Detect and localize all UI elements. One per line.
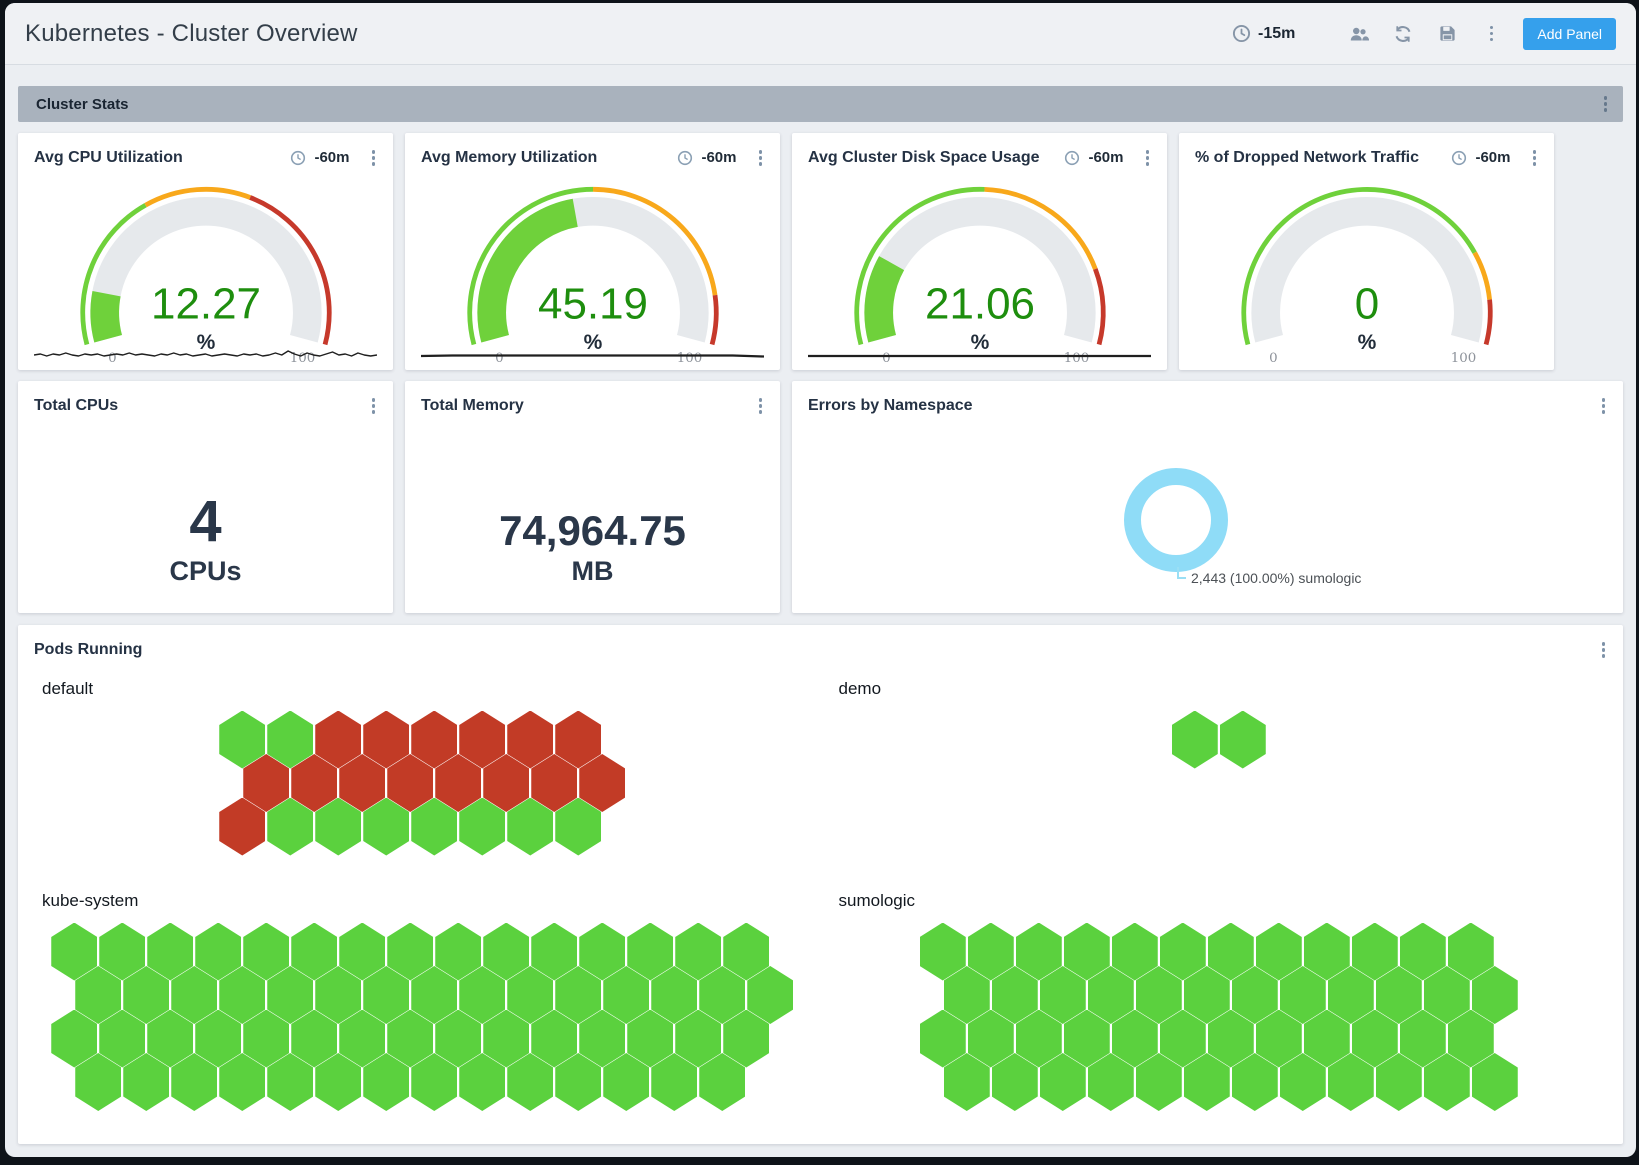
stats-row: Total CPUs 4 CPUs Total Memory 74,964.75…: [18, 381, 1623, 613]
dashboard-menu-kebab-icon[interactable]: [1481, 24, 1501, 44]
refresh-icon[interactable]: [1393, 24, 1413, 44]
errors-by-namespace-panel: Errors by Namespace 2,443 (100.00%) sumo…: [792, 381, 1623, 613]
time-range-label: -15m: [1258, 25, 1295, 43]
dashboard-time-range[interactable]: -15m: [1232, 24, 1295, 43]
pods-honeycomb: [219, 711, 625, 856]
pods-honeycomb: [1172, 711, 1266, 769]
panel-menu-kebab-icon[interactable]: [1527, 147, 1543, 169]
share-users-icon[interactable]: [1349, 24, 1369, 44]
pod-hex-running[interactable]: [1220, 711, 1266, 769]
svg-text:0: 0: [1269, 351, 1278, 366]
dashboard-app: Kubernetes - Cluster Overview -15m Add P…: [5, 3, 1636, 1157]
section-menu-kebab-icon[interactable]: [1598, 93, 1614, 115]
namespace-kube-system: kube-system: [24, 875, 821, 1112]
top-bar: Kubernetes - Cluster Overview -15m Add P…: [5, 3, 1636, 65]
panel-title: Avg Cluster Disk Space Usage: [808, 149, 1040, 167]
svg-text:%: %: [1357, 330, 1376, 353]
namespace-default: default: [24, 663, 821, 875]
add-panel-button[interactable]: Add Panel: [1523, 18, 1616, 50]
panel-time-range[interactable]: -60m: [1475, 149, 1510, 166]
panel-title: Avg CPU Utilization: [34, 149, 183, 167]
pod-hex-running[interactable]: [1172, 711, 1218, 769]
panel-time-range[interactable]: -60m: [1088, 149, 1123, 166]
svg-text:45.19: 45.19: [538, 279, 648, 328]
panel-title: Errors by Namespace: [808, 397, 973, 415]
gauge-sparkline: [808, 347, 1151, 363]
panel-menu-kebab-icon[interactable]: [1596, 639, 1612, 661]
gauge-chart: 12.27%0100: [34, 173, 378, 369]
panel-menu-kebab-icon[interactable]: [753, 147, 769, 169]
panel-time-range[interactable]: -60m: [314, 149, 349, 166]
page-title: Kubernetes - Cluster Overview: [25, 20, 358, 48]
pods-honeycomb: [920, 923, 1518, 1112]
total-memory-unit: MB: [572, 556, 614, 587]
panel-menu-kebab-icon[interactable]: [1140, 147, 1156, 169]
gauges-row: Avg CPU Utilization -60m 12.27%0100 Avg …: [18, 133, 1623, 370]
panel-menu-kebab-icon[interactable]: [1596, 395, 1612, 417]
screenshot-frame: Kubernetes - Cluster Overview -15m Add P…: [0, 0, 1639, 1165]
panel-title: Total Memory: [421, 397, 524, 415]
total-memory-value: 74,964.75: [499, 509, 686, 553]
clock-icon: [677, 150, 693, 166]
namespace-label: default: [42, 679, 821, 699]
clock-icon: [1064, 150, 1080, 166]
donut-callout-line: [1177, 577, 1186, 579]
svg-text:12.27: 12.27: [151, 279, 261, 328]
panel-title: % of Dropped Network Traffic: [1195, 149, 1419, 167]
top-bar-actions: -15m Add Panel: [1232, 18, 1616, 50]
svg-text:100: 100: [1450, 351, 1476, 366]
namespace-demo: demo: [821, 663, 1618, 875]
gauge-chart: 21.06%0100: [808, 173, 1152, 369]
pods-honeycomb: [51, 923, 793, 1112]
gauge-panel-avg-cpu-utilization: Avg CPU Utilization -60m 12.27%0100: [18, 133, 393, 370]
clock-icon: [1451, 150, 1467, 166]
clock-icon: [1232, 24, 1251, 43]
gauge-panel-avg-memory-utilization: Avg Memory Utilization -60m 45.19%0100: [405, 133, 780, 370]
total-cpus-panel: Total CPUs 4 CPUs: [18, 381, 393, 613]
gauge-sparkline: [421, 347, 764, 363]
svg-text:21.06: 21.06: [925, 279, 1035, 328]
namespace-label: sumologic: [839, 891, 1618, 911]
panel-menu-kebab-icon[interactable]: [753, 395, 769, 417]
panel-title: Total CPUs: [34, 397, 118, 415]
panel-menu-kebab-icon[interactable]: [366, 147, 382, 169]
total-cpus-unit: CPUs: [169, 556, 241, 587]
panel-time-range[interactable]: -60m: [701, 149, 736, 166]
panel-menu-kebab-icon[interactable]: [366, 395, 382, 417]
errors-donut-chart[interactable]: [1124, 468, 1228, 572]
gauge-chart: 0%0100: [1195, 173, 1539, 369]
section-header-cluster-stats[interactable]: Cluster Stats: [18, 86, 1623, 122]
namespace-label: demo: [839, 679, 1618, 699]
total-memory-panel: Total Memory 74,964.75 MB: [405, 381, 780, 613]
donut-slice-label: 2,443 (100.00%) sumologic: [1191, 570, 1361, 586]
panel-title: Pods Running: [34, 641, 142, 659]
namespace-sumologic: sumologic: [821, 875, 1618, 1112]
clock-icon: [290, 150, 306, 166]
svg-text:0: 0: [1354, 279, 1378, 328]
namespace-grid: default demo kube-system sumologic: [18, 663, 1623, 1112]
panel-title: Avg Memory Utilization: [421, 149, 597, 167]
gauge-panel-dropped-network-traffic: % of Dropped Network Traffic -60m 0%0100: [1179, 133, 1554, 370]
gauge-chart: 45.19%0100: [421, 173, 765, 369]
gauge-sparkline: [34, 347, 377, 363]
pods-running-panel: Pods Running default demo kube-system su…: [18, 625, 1623, 1144]
namespace-label: kube-system: [42, 891, 821, 911]
section-title: Cluster Stats: [36, 96, 129, 113]
total-cpus-value: 4: [189, 492, 221, 553]
save-icon[interactable]: [1437, 24, 1457, 44]
gauge-panel-avg-cluster-disk-space-usage: Avg Cluster Disk Space Usage -60m 21.06%…: [792, 133, 1167, 370]
